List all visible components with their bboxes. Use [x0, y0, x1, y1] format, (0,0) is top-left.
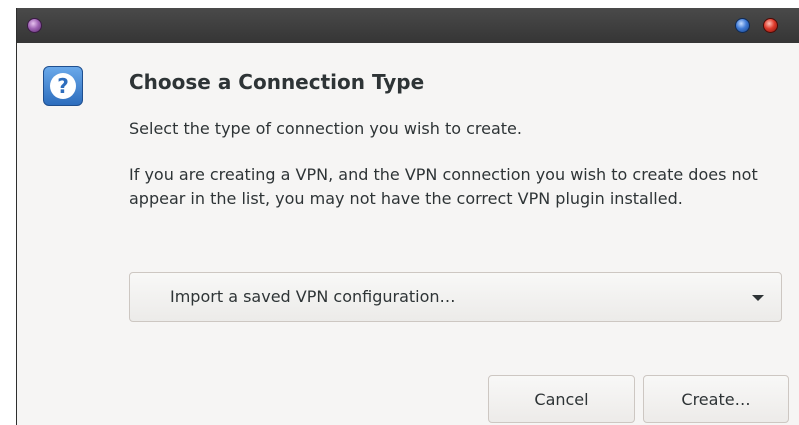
- dialog-window: ? Choose a Connection Type Select the ty…: [16, 8, 799, 425]
- cancel-button[interactable]: Cancel: [488, 375, 635, 423]
- title-bar[interactable]: [17, 8, 799, 43]
- dialog-subtitle: Select the type of connection you wish t…: [129, 119, 522, 138]
- window-menu-button[interactable]: [27, 18, 42, 33]
- dialog-description: If you are creating a VPN, and the VPN c…: [129, 165, 758, 208]
- question-icon: ?: [43, 66, 83, 106]
- minimize-button[interactable]: [735, 18, 750, 33]
- connection-type-selected: Import a saved VPN configuration…: [170, 287, 456, 306]
- create-button[interactable]: Create…: [643, 375, 789, 423]
- close-button[interactable]: [763, 18, 778, 33]
- connection-type-dropdown[interactable]: Import a saved VPN configuration…: [129, 272, 782, 322]
- dialog-title: Choose a Connection Type: [129, 70, 425, 94]
- question-mark-glyph: ?: [50, 73, 76, 99]
- dialog-content: ? Choose a Connection Type Select the ty…: [17, 43, 799, 425]
- chevron-down-icon: [752, 295, 764, 301]
- screen: ? Choose a Connection Type Select the ty…: [0, 0, 799, 425]
